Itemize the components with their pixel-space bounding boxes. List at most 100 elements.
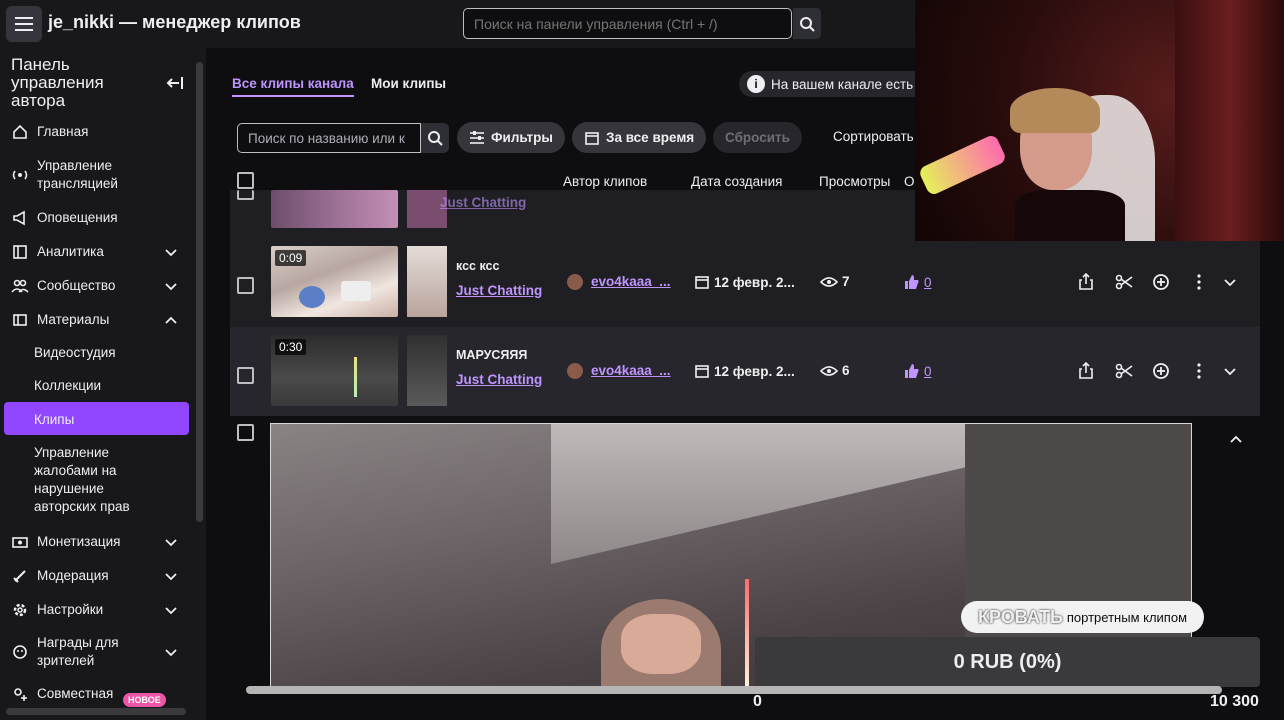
eye-icon (820, 276, 838, 287)
content-icon (10, 310, 30, 330)
gear-icon (10, 600, 30, 620)
search-icon (428, 131, 443, 146)
period-button[interactable]: За все время (572, 122, 707, 153)
calendar-icon (695, 276, 709, 289)
tab-my-clips[interactable]: Мои клипы (371, 76, 446, 91)
sidebar-item-viewer-rewards[interactable]: Награды для зрителей (0, 633, 196, 671)
filter-icon (470, 130, 484, 144)
thumbs-up-icon (905, 364, 919, 378)
share-icon[interactable] (1077, 273, 1095, 291)
scissors-icon[interactable] (1115, 362, 1133, 380)
row-checkbox[interactable] (237, 277, 254, 294)
clip-thumbnail-secondary (407, 335, 447, 406)
row-checkbox[interactable] (237, 190, 254, 200)
search-button[interactable] (793, 8, 821, 39)
chevron-down-icon[interactable] (1221, 273, 1239, 291)
sidebar-item-stream-manager[interactable]: Управление трансляцией (0, 156, 196, 194)
sidebar-item-analytics[interactable]: Аналитика (0, 242, 196, 262)
money-icon (10, 532, 30, 552)
sidebar-item-monetization[interactable]: Монетизация (0, 532, 196, 552)
sidebar-subitem-collections[interactable]: Коллекции (34, 377, 101, 395)
clip-likes[interactable]: 0 (904, 363, 932, 379)
sidebar-item-alerts[interactable]: Оповещения (0, 208, 196, 228)
sidebar-item-community[interactable]: Сообщество (0, 276, 196, 296)
scissors-icon[interactable] (1115, 273, 1133, 291)
info-banner[interactable]: i На вашем канале есть (739, 71, 939, 97)
row-checkbox[interactable] (237, 367, 254, 384)
clip-views: 6 (820, 363, 850, 378)
clip-game[interactable]: Just Chatting (440, 195, 526, 210)
sidebar-scrollbar[interactable] (196, 62, 203, 522)
sort-dropdown[interactable]: Сортировать (833, 129, 914, 144)
info-text: На вашем канале есть (771, 76, 914, 92)
clip-search-input[interactable]: Поиск по названию или к (237, 123, 421, 153)
chevron-down-icon[interactable] (1221, 362, 1239, 380)
calendar-icon (695, 365, 709, 378)
clip-likes[interactable]: 0 (904, 274, 932, 290)
clip-title[interactable]: МАРУСЯЯЯ (456, 348, 527, 362)
more-options-icon[interactable] (1190, 362, 1208, 380)
clip-duration: 0:09 (275, 250, 307, 266)
sidebar-item-content[interactable]: Материалы (0, 310, 196, 330)
sidebar-active-highlight (4, 402, 189, 435)
column-views[interactable]: Просмотры (819, 174, 890, 189)
chevron-down-icon (165, 573, 177, 581)
horizontal-scrollbar[interactable] (246, 686, 1222, 694)
add-circle-icon[interactable] (1152, 273, 1170, 291)
collab-icon (10, 684, 30, 704)
clip-date: 12 февр. 2... (694, 274, 795, 290)
sidebar-subitem-copyright[interactable]: Управление жалобами на нарушение авторск… (34, 444, 154, 516)
community-icon (10, 276, 30, 296)
chevron-down-icon (165, 539, 177, 547)
filters-button[interactable]: Фильтры (457, 122, 565, 153)
clip-thumbnail[interactable] (271, 190, 398, 228)
thumbs-up-icon (905, 275, 919, 289)
goal-start: 0 (753, 693, 762, 710)
megaphone-icon (10, 208, 30, 228)
clip-thumbnail[interactable]: 0:09 (271, 246, 398, 317)
webcam-overlay (915, 0, 1284, 241)
sidebar-item-settings[interactable]: Настройки (0, 600, 196, 620)
clip-author[interactable]: evo4kaaa_... (591, 363, 671, 378)
new-badge: НОВОЕ (123, 693, 166, 707)
sidebar-item-home[interactable]: Главная (0, 122, 196, 142)
calendar-icon (585, 131, 599, 145)
menu-icon[interactable] (6, 6, 42, 42)
sidebar-item-collab[interactable]: Совместная (0, 684, 196, 704)
clip-game[interactable]: Just Chatting (456, 372, 542, 387)
avatar (567, 363, 583, 379)
clip-thumbnail-secondary (407, 246, 447, 317)
add-circle-icon[interactable] (1152, 362, 1170, 380)
chevron-up-icon[interactable] (1227, 430, 1245, 448)
app-title: je_nikki — менеджер клипов (48, 12, 301, 32)
collapse-sidebar-icon[interactable] (164, 72, 186, 94)
row-checkbox[interactable] (237, 424, 254, 441)
chevron-down-icon (165, 283, 177, 291)
reset-button[interactable]: Сбросить (713, 122, 802, 153)
column-likes[interactable]: О (904, 174, 915, 189)
clip-search-button[interactable] (421, 123, 449, 153)
sidebar-subitem-clips[interactable]: Клипы (34, 411, 74, 429)
sidebar-subitem-video-studio[interactable]: Видеостудия (34, 344, 116, 362)
column-author[interactable]: Автор клипов (563, 174, 647, 189)
portrait-clip-notice: КРОВАТЬ портретным клипом (961, 601, 1204, 633)
share-icon[interactable] (1077, 362, 1095, 380)
broadcast-icon (10, 165, 30, 185)
chevron-down-icon (165, 649, 177, 657)
more-options-icon[interactable] (1190, 273, 1208, 291)
select-all-checkbox[interactable] (237, 172, 254, 189)
avatar (567, 274, 583, 290)
column-date[interactable]: Дата создания (691, 174, 783, 189)
clip-title[interactable]: ксс ксс (456, 259, 499, 273)
tab-all-clips[interactable]: Все клипы канала (232, 76, 354, 97)
table-row[interactable]: 0:30 МАРУСЯЯЯ Just Chatting evo4kaaa_...… (230, 327, 1260, 416)
clip-author[interactable]: evo4kaaa_... (591, 274, 671, 289)
sidebar-horizontal-scrollbar[interactable] (6, 708, 186, 715)
clip-thumbnail[interactable]: 0:30 (271, 335, 398, 406)
dashboard-search-input[interactable] (463, 8, 792, 39)
info-icon: i (747, 75, 765, 93)
sidebar: Панель управления автора Главная Управле… (0, 48, 206, 720)
sidebar-item-moderation[interactable]: Модерация (0, 566, 196, 586)
clip-game[interactable]: Just Chatting (456, 283, 542, 298)
table-row[interactable]: 0:09 ксс ксс Just Chatting evo4kaaa_... … (230, 238, 1260, 327)
